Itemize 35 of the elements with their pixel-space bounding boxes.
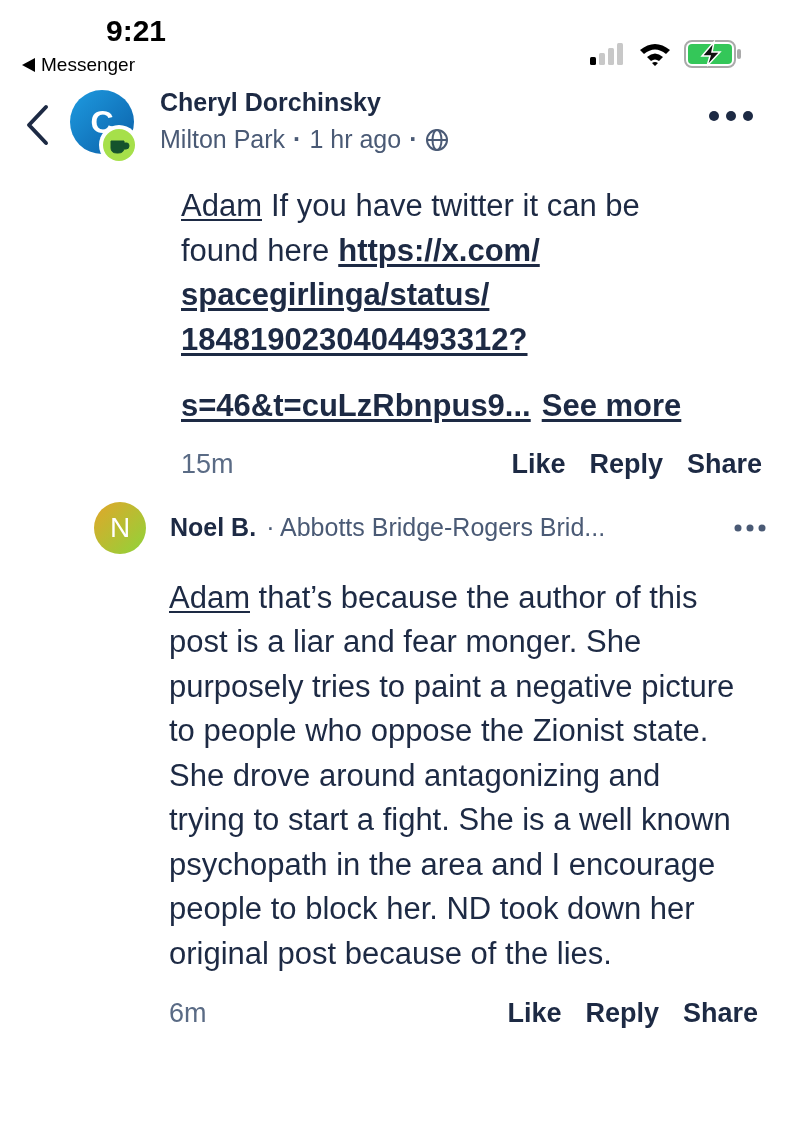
comment-text: If you have twitter it can be [271,187,640,225]
battery-charging-icon [684,40,742,68]
comment-text: Adam that’s because the author of this post is a liar and fear monger. She purposely tries to paint a negative picture to people who oppose the Zionist state. She drove around antagonizing and trying to start a fight. She is a well known psychopath in the area and I encourage people to block her. ND took down her original post because of the lies. [169,578,736,973]
separator-dot: · [293,125,302,154]
comment-time: 6m [169,998,207,1029]
commenter-name[interactable]: Noel B. [170,513,257,542]
comment-action-button[interactable]: Like [499,998,570,1029]
comment-action-button[interactable]: Share [674,998,766,1029]
more-options-icon[interactable] [708,110,754,122]
more-options-icon[interactable] [734,523,766,532]
comment-action-button[interactable]: Like [503,448,574,480]
comment-action-button[interactable]: Share [678,448,770,480]
post-location[interactable]: Milton Park [160,125,286,154]
url-link[interactable]: 1848190230404493312? [181,317,528,362]
url-link[interactable]: https://x.com/ [338,228,540,273]
comment-action-button[interactable]: Reply [581,448,671,480]
comment-time: 15m [181,448,234,480]
author-name[interactable]: Cheryl Dorchinsky [160,88,708,117]
comment-action-button[interactable]: Reply [577,998,667,1029]
url-link[interactable]: s=46&t=cuLzRbnpus9... [181,384,531,429]
url-link[interactable]: spacegirlinga/status/ [181,273,490,318]
back-triangle-icon [22,58,35,72]
status-time: 9:21 [105,14,167,48]
back-to-app-link[interactable]: Messenger [41,54,135,76]
signal-icon [590,43,626,65]
separator-dot: · [409,125,418,154]
globe-icon [425,127,450,152]
commenter-location[interactable]: · Abbotts Bridge-Rogers Brid... [266,513,606,542]
back-icon[interactable] [24,104,50,146]
mention-link[interactable]: Adam [181,184,262,229]
mention-link[interactable]: Adam [169,579,250,615]
wifi-icon [638,42,672,66]
post-time: 1 hr ago [309,125,402,154]
see-more-link[interactable]: See more [541,384,682,429]
comment-text: found here [181,231,330,270]
